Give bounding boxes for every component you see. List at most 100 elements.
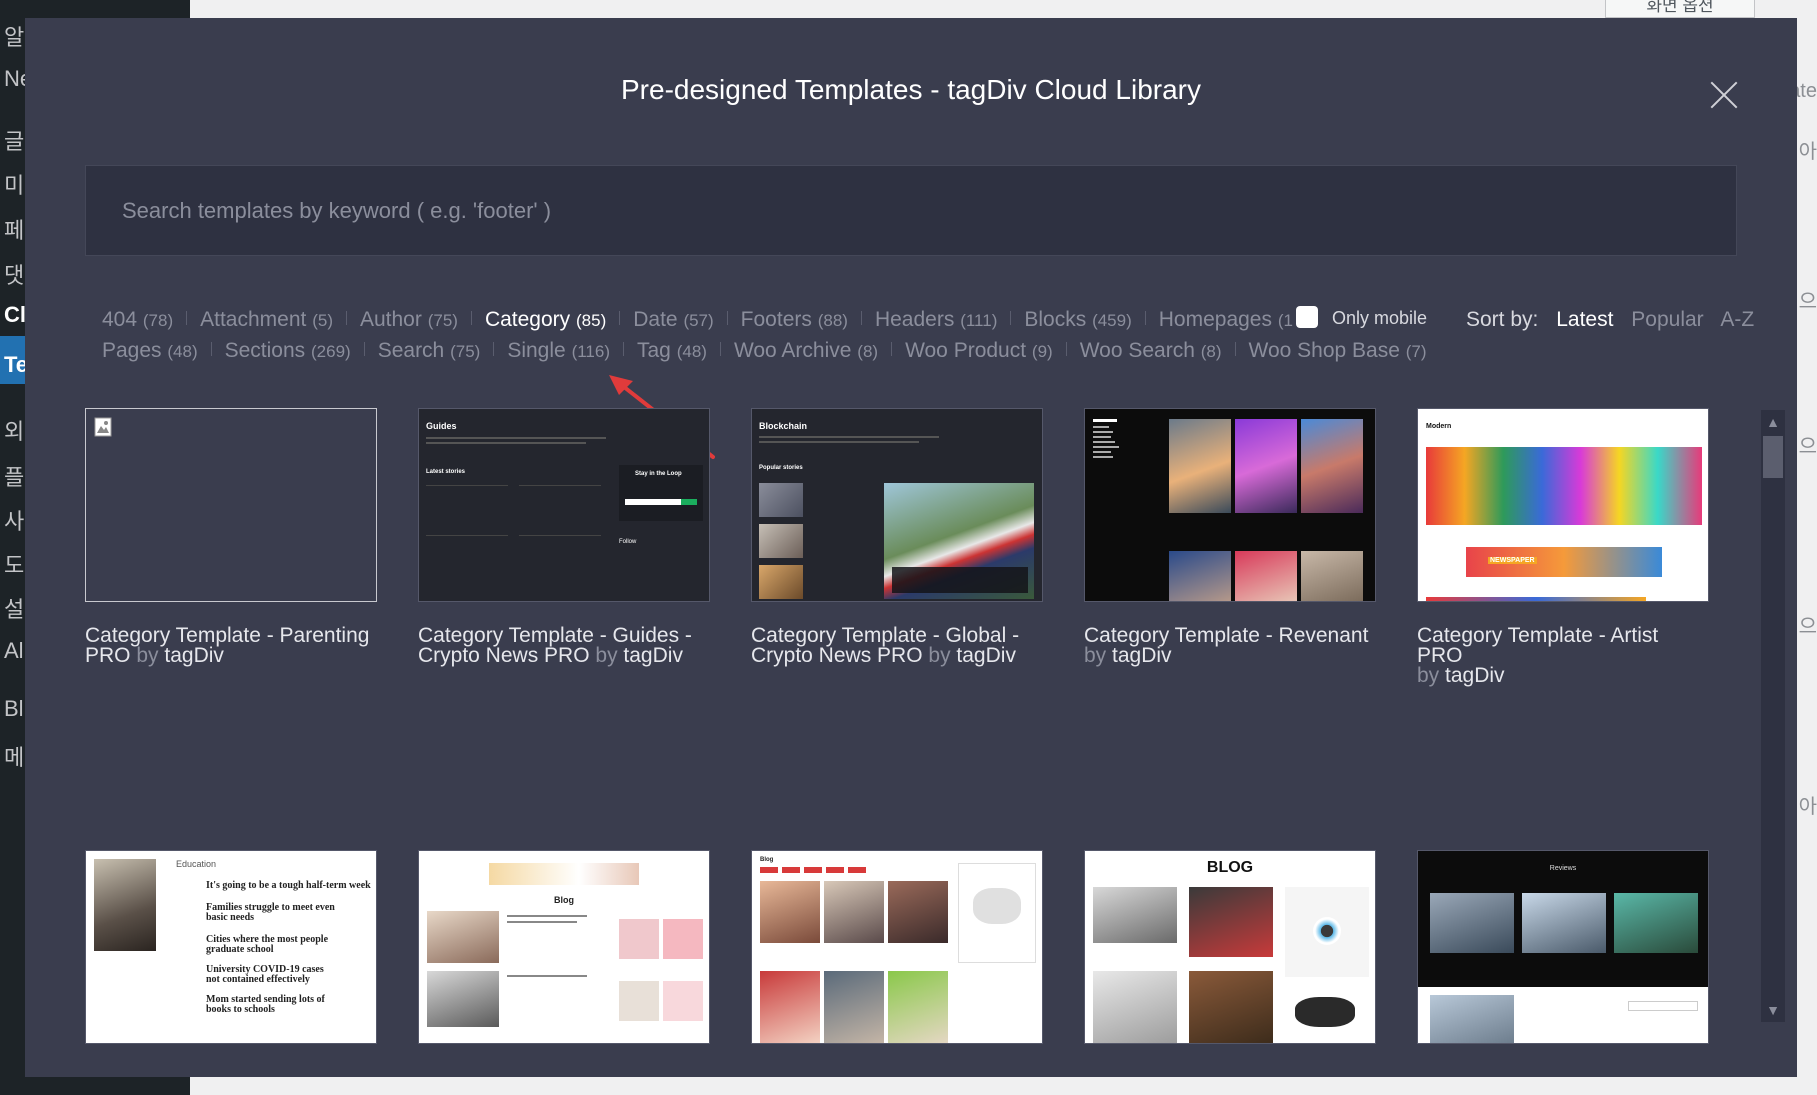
filter-label: Tag	[637, 339, 671, 362]
filter-sections[interactable]: Sections (269)	[225, 339, 351, 363]
filter-separator	[619, 311, 621, 325]
template-card[interactable]: Modern NEWSPAPER Category Template - Art…	[1417, 408, 1709, 686]
filter-separator	[891, 342, 893, 356]
search-box[interactable]	[85, 165, 1737, 256]
scroll-up-icon[interactable]: ▲	[1761, 410, 1785, 434]
thumb-subheading: Latest stories	[426, 469, 466, 475]
thumb-product	[1295, 997, 1355, 1027]
thumb-header-image	[489, 863, 639, 885]
template-thumbnail[interactable]: BLOG	[1084, 850, 1376, 1044]
template-card[interactable]: Category Template - Revenant by tagDiv	[1084, 408, 1376, 666]
template-thumbnail[interactable]: Modern NEWSPAPER	[1417, 408, 1709, 602]
template-author: tagDiv	[1112, 644, 1172, 667]
template-by: by	[1417, 664, 1440, 687]
filter-tag[interactable]: Tag (48)	[637, 339, 707, 363]
close-icon[interactable]	[1709, 80, 1739, 110]
sort-az[interactable]: A-Z	[1720, 308, 1754, 331]
filter-count: (88)	[817, 311, 848, 330]
template-card[interactable]: Blockchain Popular stories Category Temp…	[751, 408, 1043, 666]
filter-woo-search[interactable]: Woo Search (8)	[1080, 339, 1222, 363]
template-thumbnail[interactable]	[1084, 408, 1376, 602]
thumb-product	[619, 919, 659, 959]
template-title[interactable]: Category Template - Artist PRO by tagDiv	[1417, 625, 1709, 687]
template-card[interactable]: Reviews	[1417, 850, 1709, 1044]
thumb-image	[427, 971, 499, 1027]
thumb-newsletter: Stay in the Loop	[619, 465, 703, 521]
thumb-image	[760, 881, 820, 943]
template-title[interactable]: Category Template - Revenant by tagDiv	[1084, 625, 1376, 667]
thumb-product	[619, 981, 659, 1021]
filter-separator	[1234, 342, 1236, 356]
template-title[interactable]: Category Template - Parenting PRO by tag…	[85, 625, 377, 667]
template-thumbnail[interactable]: Blockchain Popular stories	[751, 408, 1043, 602]
template-title[interactable]: Category Template - Global - Crypto News…	[751, 625, 1043, 666]
thumb-headline: University COVID-19 cases not contained …	[206, 964, 324, 985]
broken-image-icon	[94, 417, 112, 437]
thumb-strip	[1426, 597, 1646, 601]
template-author: tagDiv	[623, 644, 683, 667]
template-thumbnail[interactable]	[85, 408, 377, 602]
filter-separator	[719, 342, 721, 356]
thumb-article	[426, 535, 508, 575]
search-input[interactable]	[122, 166, 1700, 255]
filter-pages[interactable]: Pages (48)	[102, 339, 198, 363]
filter-author[interactable]: Author (75)	[360, 308, 458, 332]
thumb-image	[1301, 551, 1363, 601]
filter-separator	[470, 311, 472, 325]
filter-blocks[interactable]: Blocks (459)	[1024, 308, 1131, 332]
filter-attachment[interactable]: Attachment (5)	[200, 308, 333, 332]
filter-row-2: Pages (48) Sections (269) Search (75) Singl…	[102, 339, 1427, 363]
screen-options-button[interactable]: 화면 옵션	[1605, 0, 1755, 18]
thumb-heading: Reviews	[1549, 865, 1577, 872]
thumb-heading: Education	[176, 859, 217, 869]
sort-latest[interactable]: Latest	[1556, 308, 1613, 331]
filter-category[interactable]: Category (85)	[485, 308, 606, 332]
filter-label: Date	[633, 308, 678, 331]
filter-footers[interactable]: Footers (88)	[741, 308, 848, 332]
filter-count: (9)	[1031, 342, 1053, 361]
filter-homepages[interactable]: Homepages (1	[1159, 308, 1293, 332]
template-card[interactable]: BLOG	[1084, 850, 1376, 1044]
template-title[interactable]: Category Template - Guides - Crypto News…	[418, 625, 710, 667]
template-thumbnail[interactable]: Blog	[751, 850, 1043, 1044]
thumb-category-list	[1093, 419, 1143, 489]
filter-label: Homepages	[1158, 308, 1272, 331]
scroll-thumb[interactable]	[1763, 436, 1783, 478]
wp-right-text: 아	[1798, 796, 1817, 818]
filter-woo-archive[interactable]: Woo Archive (8)	[734, 339, 878, 363]
thumb-input	[625, 499, 681, 505]
template-card[interactable]: Category Template - Parenting PRO by tag…	[85, 408, 377, 666]
filter-headers[interactable]: Headers (111)	[875, 308, 997, 332]
thumb-tags	[760, 867, 870, 873]
thumb-image	[1522, 893, 1606, 953]
template-card[interactable]: Blog	[418, 850, 710, 1044]
filter-woo-shop-base[interactable]: Woo Shop Base (7)	[1249, 339, 1427, 363]
filter-search[interactable]: Search (75)	[378, 339, 481, 363]
thumb-article	[426, 485, 508, 525]
thumb-article	[519, 485, 601, 525]
filter-woo-product[interactable]: Woo Product (9)	[905, 339, 1053, 363]
template-card[interactable]: Guides Latest stories Stay in the Loop F…	[418, 408, 710, 666]
template-thumbnail[interactable]: Guides Latest stories Stay in the Loop F…	[418, 408, 710, 602]
filter-single[interactable]: Single (116)	[507, 339, 610, 363]
template-card[interactable]: Blog	[751, 850, 1043, 1044]
only-mobile-checkbox[interactable]	[1296, 306, 1318, 328]
template-thumbnail[interactable]: Blog	[418, 850, 710, 1044]
thumb-shop-box	[958, 863, 1036, 963]
template-thumbnail[interactable]: Education It's going to be a tough half-…	[85, 850, 377, 1044]
template-thumbnail[interactable]: Reviews	[1417, 850, 1709, 1044]
filter-404[interactable]: 404 (78)	[102, 308, 173, 332]
template-author: tagDiv	[164, 644, 224, 667]
scroll-down-icon[interactable]: ▼	[1761, 998, 1785, 1022]
template-author: tagDiv	[1445, 664, 1505, 687]
thumb-image	[1301, 419, 1363, 513]
thumb-product	[663, 981, 703, 1021]
template-card[interactable]: Education It's going to be a tough half-…	[85, 850, 377, 1044]
thumb-heading: BLOG	[1206, 859, 1254, 876]
filter-date[interactable]: Date (57)	[633, 308, 713, 332]
sort-popular[interactable]: Popular	[1631, 308, 1703, 331]
thumb-image	[888, 971, 948, 1043]
grid-scrollbar[interactable]: ▲ ▼	[1761, 410, 1785, 1022]
wp-right-text: 으	[1798, 291, 1817, 313]
filter-label: Footers	[740, 308, 812, 331]
